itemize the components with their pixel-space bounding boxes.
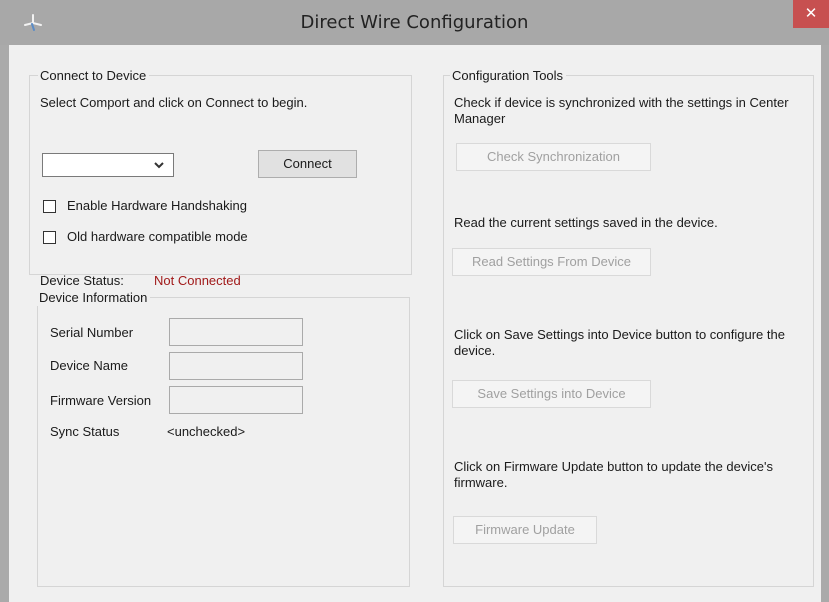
serial-number-label: Serial Number bbox=[50, 325, 134, 340]
connect-group-legend: Connect to Device bbox=[38, 68, 150, 84]
sync-description: Check if device is synchronized with the… bbox=[454, 95, 789, 126]
firmware-version-label: Firmware Version bbox=[50, 393, 152, 408]
serial-number-field[interactable] bbox=[169, 318, 303, 346]
close-icon: ✕ bbox=[804, 5, 818, 22]
compat-mode-label[interactable]: Old hardware compatible mode bbox=[67, 229, 248, 245]
connect-button[interactable]: Connect bbox=[258, 150, 357, 178]
close-button[interactable]: ✕ bbox=[793, 0, 829, 28]
sync-status-label: Sync Status bbox=[50, 424, 120, 439]
sync-status-value: <unchecked> bbox=[167, 424, 246, 439]
device-name-field[interactable] bbox=[169, 352, 303, 380]
device-info-legend: Device Information bbox=[37, 290, 151, 306]
connect-group: Connect to Device Select Comport and cli… bbox=[29, 68, 412, 288]
config-tools-group: Configuration Tools Check if device is s… bbox=[443, 68, 814, 587]
chevron-down-icon[interactable] bbox=[153, 158, 165, 172]
save-settings-button[interactable]: Save Settings into Device bbox=[452, 380, 651, 408]
device-name-label: Device Name bbox=[50, 358, 129, 373]
dialog-body: Connect to Device Select Comport and cli… bbox=[9, 45, 821, 602]
save-description: Click on Save Settings into Device butto… bbox=[454, 327, 785, 358]
title-bar[interactable]: Direct Wire Configuration ✕ bbox=[0, 0, 829, 45]
connect-instruction: Select Comport and click on Connect to b… bbox=[40, 95, 308, 110]
read-description: Read the current settings saved in the d… bbox=[454, 215, 718, 230]
comport-select[interactable] bbox=[42, 153, 174, 177]
config-tools-legend: Configuration Tools bbox=[450, 68, 567, 84]
firmware-update-button[interactable]: Firmware Update bbox=[453, 516, 597, 544]
device-status-label: Device Status: bbox=[40, 273, 124, 288]
window: Direct Wire Configuration ✕ Connect to D… bbox=[0, 0, 829, 602]
read-settings-button[interactable]: Read Settings From Device bbox=[452, 248, 651, 276]
window-title: Direct Wire Configuration bbox=[300, 12, 529, 33]
device-info-group: Device Information Serial Number Device … bbox=[37, 290, 410, 587]
update-description: Click on Firmware Update button to updat… bbox=[454, 459, 773, 490]
handshaking-label[interactable]: Enable Hardware Handshaking bbox=[67, 198, 247, 214]
firmware-version-field[interactable] bbox=[169, 386, 303, 414]
check-sync-button[interactable]: Check Synchronization bbox=[456, 143, 651, 171]
compat-mode-checkbox[interactable] bbox=[43, 231, 56, 244]
device-status-value: Not Connected bbox=[154, 273, 241, 288]
handshaking-checkbox[interactable] bbox=[43, 200, 56, 213]
